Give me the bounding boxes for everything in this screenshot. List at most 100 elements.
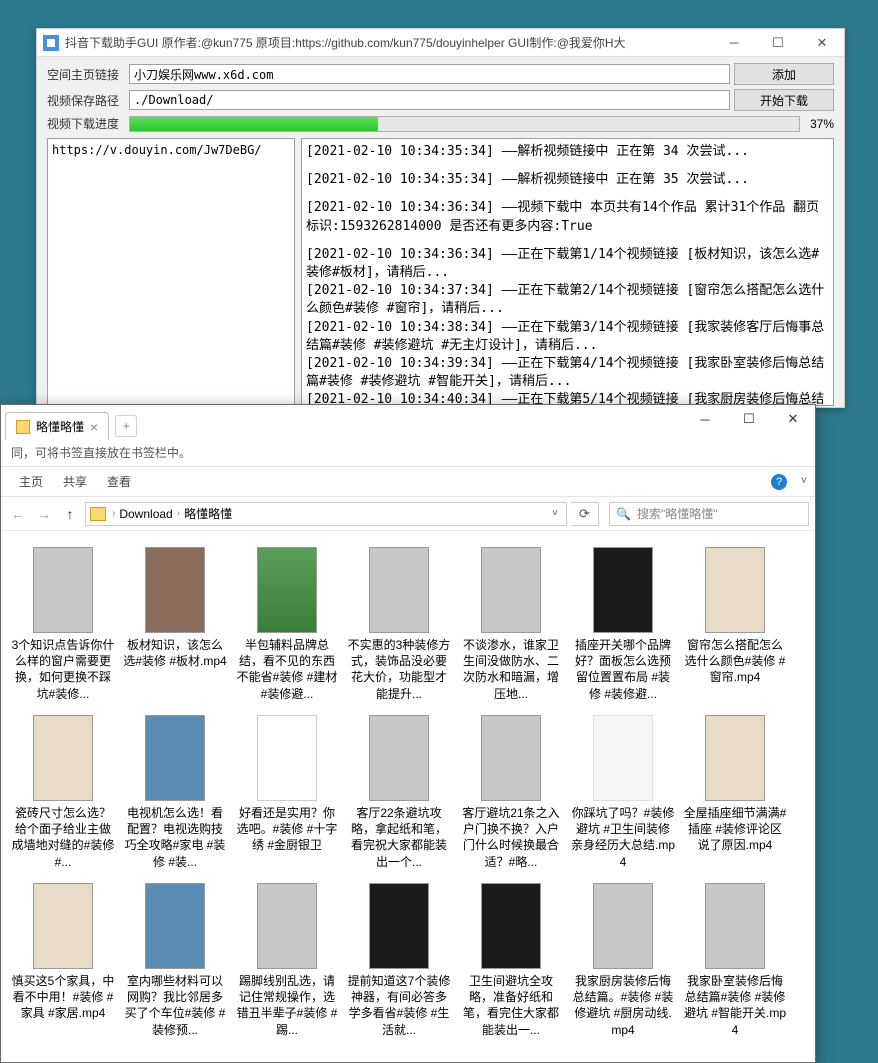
file-item[interactable]: 电视机怎么选！看配置？电视选购技巧全攻略#家电 #装修 #装...	[119, 711, 231, 873]
file-item[interactable]: 我家厨房装修后悔总结篇。#装修 #装修避坑 #厨房动线.mp4	[567, 879, 679, 1041]
folder-icon	[16, 420, 30, 434]
path-row: 视频保存路径 开始下载	[47, 89, 834, 111]
url-pane[interactable]: https://v.douyin.com/Jw7DeBG/	[47, 138, 295, 406]
file-name: 客厅22条避坑攻略，拿起纸和笔，看完祝大家都能装出一个...	[347, 805, 451, 869]
explorer-maximize[interactable]: ☐	[727, 405, 771, 433]
file-name: 半包辅料品牌总结，看不见的东西不能省#装修 #建材 #装修避...	[235, 637, 339, 701]
explorer-window-buttons: ─ ☐ ✕	[683, 405, 815, 433]
log-line: [2021-02-10 10:34:39:34] ——正在下载第4/14个视频链…	[306, 355, 829, 391]
progress-label: 视频下载进度	[47, 115, 125, 132]
file-thumbnail	[705, 715, 765, 801]
file-item[interactable]: 好看还是实用？你选吧。#装修 #十字绣 #金厨银卫	[231, 711, 343, 873]
log-line: [2021-02-10 10:34:35:34] ——解析视频链接中 正在第 3…	[306, 143, 829, 161]
add-button[interactable]: 添加	[734, 63, 834, 85]
help-icon[interactable]: ?	[771, 474, 787, 490]
file-item[interactable]: 室内哪些材料可以网购？我比邻居多买了个车位#装修 #装修预...	[119, 879, 231, 1041]
file-item[interactable]: 卫生间避坑全攻略，准备好纸和笔，看完住大家都能装出一...	[455, 879, 567, 1041]
search-box[interactable]: 🔍 搜索"略懂略懂"	[609, 502, 809, 526]
file-item[interactable]: 板材知识，该怎么选#装修 #板材.mp4	[119, 543, 231, 705]
nav-forward[interactable]: →	[33, 503, 55, 525]
file-thumbnail	[145, 715, 205, 801]
explorer-minimize[interactable]: ─	[683, 405, 727, 433]
ribbon: 主页 共享 查看 ? ˅	[1, 467, 815, 497]
gui-titlebar: 抖音下载助手GUI 原作者:@kun775 原项目:https://github…	[37, 29, 844, 57]
path-input[interactable]	[129, 90, 730, 110]
file-item[interactable]: 半包辅料品牌总结，看不见的东西不能省#装修 #建材 #装修避...	[231, 543, 343, 705]
close-button[interactable]: ✕	[800, 29, 844, 57]
nav-up[interactable]: ↑	[59, 503, 81, 525]
minimize-button[interactable]: ─	[712, 29, 756, 57]
file-thumbnail	[593, 883, 653, 969]
file-item[interactable]: 3个知识点告诉你什么样的窗户需要更换，如何更换不踩坑#装修...	[7, 543, 119, 705]
file-thumbnail	[33, 883, 93, 969]
nav-back[interactable]: ←	[7, 503, 29, 525]
file-thumbnail	[705, 883, 765, 969]
file-name: 好看还是实用？你选吧。#装修 #十字绣 #金厨银卫	[235, 805, 339, 854]
maximize-button[interactable]: ☐	[756, 29, 800, 57]
new-tab-button[interactable]: +	[115, 415, 137, 437]
ribbon-share[interactable]: 共享	[53, 467, 97, 496]
breadcrumb-dropdown-icon[interactable]: ˅	[548, 508, 562, 519]
file-area[interactable]: 3个知识点告诉你什么样的窗户需要更换，如何更换不踩坑#装修...板材知识，该怎么…	[1, 531, 815, 1062]
log-line: [2021-02-10 10:34:38:34] ——正在下载第3/14个视频链…	[306, 319, 829, 355]
file-name: 全屋插座细节满满#插座 #装修评论区说了原因.mp4	[683, 805, 787, 854]
breadcrumb-item[interactable]: Download	[119, 507, 172, 521]
file-item[interactable]: 全屋插座细节满满#插座 #装修评论区说了原因.mp4	[679, 711, 791, 873]
file-thumbnail	[257, 715, 317, 801]
start-button[interactable]: 开始下载	[734, 89, 834, 111]
search-icon: 🔍	[616, 507, 631, 521]
file-name: 提前知道这7个装修神器，有间必答多学多看省#装修 #生活就...	[347, 973, 451, 1037]
log-line: [2021-02-10 10:34:36:34] ——正在下载第1/14个视频链…	[306, 246, 829, 282]
file-item[interactable]: 提前知道这7个装修神器，有间必答多学多看省#装修 #生活就...	[343, 879, 455, 1041]
file-item[interactable]: 客厅22条避坑攻略，拿起纸和笔，看完祝大家都能装出一个...	[343, 711, 455, 873]
file-item[interactable]: 客厅避坑21条之入户门换不换？入户门什么时候换最合适？#略...	[455, 711, 567, 873]
file-item[interactable]: 踢脚线别乱选，请记住常规操作，选错丑半辈子#装修 #踢...	[231, 879, 343, 1041]
file-item[interactable]: 我家卧室装修后悔总结篇#装修 #装修避坑 #智能开关.mp4	[679, 879, 791, 1041]
file-item[interactable]: 慎买这5个家具，中看不中用！#装修 #家具 #家居.mp4	[7, 879, 119, 1041]
file-item[interactable]: 不实惠的3种装修方式，装饰品没必要花大价，功能型才能提升...	[343, 543, 455, 705]
tab-close-icon[interactable]: ×	[90, 419, 98, 435]
explorer-tab[interactable]: 略懂略懂 ×	[5, 412, 109, 440]
explorer-tabbar: 略懂略懂 × + ─ ☐ ✕	[1, 405, 815, 439]
file-item[interactable]: 窗帘怎么搭配怎么选什么颜色#装修 #窗帘.mp4	[679, 543, 791, 705]
file-name: 我家卧室装修后悔总结篇#装修 #装修避坑 #智能开关.mp4	[683, 973, 787, 1037]
breadcrumb-item[interactable]: 略懂略懂	[184, 505, 232, 522]
ribbon-home[interactable]: 主页	[9, 467, 53, 496]
file-name: 踢脚线别乱选，请记住常规操作，选错丑半辈子#装修 #踢...	[235, 973, 339, 1037]
file-name: 卫生间避坑全攻略，准备好纸和笔，看完住大家都能装出一...	[459, 973, 563, 1037]
breadcrumb-sep: ›	[175, 508, 182, 519]
progress-bar	[129, 116, 800, 132]
ribbon-collapse-icon[interactable]: ˅	[801, 475, 807, 487]
gui-body: 空间主页链接 添加 视频保存路径 开始下载 视频下载进度 37% https:/…	[37, 57, 844, 416]
breadcrumb[interactable]: › Download › 略懂略懂 ˅	[85, 502, 567, 526]
file-item[interactable]: 你踩坑了吗？#装修避坑 #卫生间装修 亲身经历大总结.mp4	[567, 711, 679, 873]
file-name: 插座开关哪个品牌好？面板怎么选预留位置置布局 #装修 #装修避...	[571, 637, 675, 701]
file-name: 窗帘怎么搭配怎么选什么颜色#装修 #窗帘.mp4	[683, 637, 787, 686]
link-row: 空间主页链接 添加	[47, 63, 834, 85]
file-name: 电视机怎么选！看配置？电视选购技巧全攻略#家电 #装修 #装...	[123, 805, 227, 869]
file-thumbnail	[257, 883, 317, 969]
progress-fill	[130, 117, 378, 131]
info-text: 同，可将书签直接放在书签栏中。	[11, 444, 191, 461]
file-thumbnail	[481, 547, 541, 633]
file-thumbnail	[145, 547, 205, 633]
ribbon-view[interactable]: 查看	[97, 467, 141, 496]
explorer-close[interactable]: ✕	[771, 405, 815, 433]
progress-percent: 37%	[804, 117, 834, 131]
file-thumbnail	[145, 883, 205, 969]
nav-bar: ← → ↑ › Download › 略懂略懂 ˅ ⟳ 🔍 搜索"略懂略懂"	[1, 497, 815, 531]
refresh-button[interactable]: ⟳	[571, 502, 599, 526]
file-item[interactable]: 插座开关哪个品牌好？面板怎么选预留位置置布局 #装修 #装修避...	[567, 543, 679, 705]
link-input[interactable]	[129, 64, 730, 84]
file-name: 我家厨房装修后悔总结篇。#装修 #装修避坑 #厨房动线.mp4	[571, 973, 675, 1037]
progress-row: 视频下载进度 37%	[47, 115, 834, 132]
breadcrumb-sep: ›	[110, 508, 117, 519]
folder-icon	[90, 507, 106, 521]
file-thumbnail	[369, 883, 429, 969]
log-pane[interactable]: [2021-02-10 10:34:35:34] ——解析视频链接中 正在第 3…	[301, 138, 834, 406]
file-name: 不谈渗水，谁家卫生间没做防水、二次防水和暗漏，增压地...	[459, 637, 563, 701]
link-label: 空间主页链接	[47, 66, 125, 83]
file-item[interactable]: 不谈渗水，谁家卫生间没做防水、二次防水和暗漏，增压地...	[455, 543, 567, 705]
file-item[interactable]: 瓷砖尺寸怎么选？给个面子给业主做成墙地对缝的#装修 #...	[7, 711, 119, 873]
file-name: 慎买这5个家具，中看不中用！#装修 #家具 #家居.mp4	[11, 973, 115, 1022]
